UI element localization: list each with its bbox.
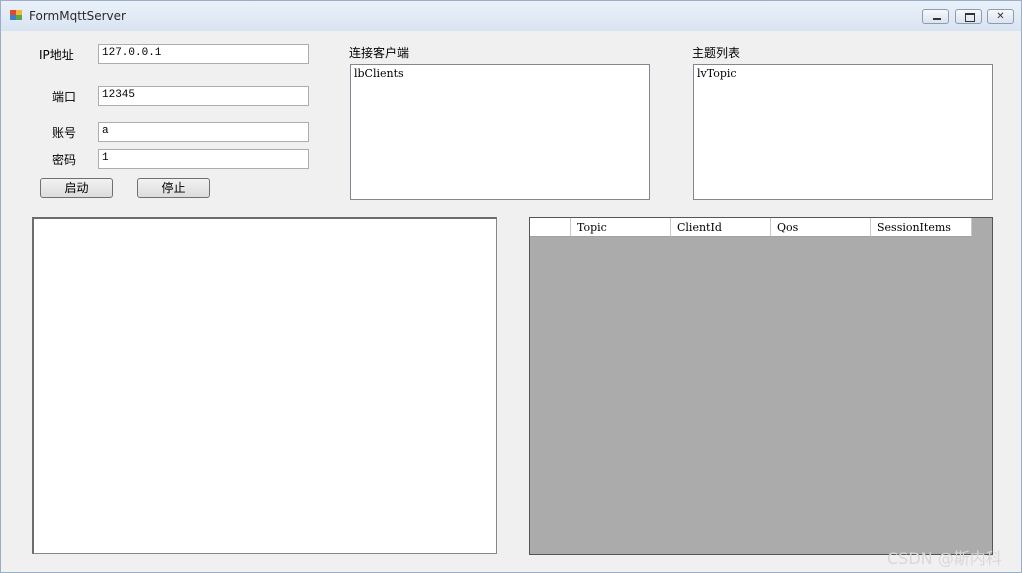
grid-corner-header[interactable] <box>530 218 571 237</box>
main-window: FormMqttServer ✕ IP地址 127.0.0.1 端口 12345… <box>0 0 1022 573</box>
grid-column-qos[interactable]: Qos <box>771 218 871 237</box>
grid-column-topic[interactable]: Topic <box>571 218 671 237</box>
watermark: CSDN @斯内科 <box>887 549 1002 568</box>
maximize-icon <box>965 13 975 22</box>
password-input[interactable]: 1 <box>98 149 309 169</box>
grid-column-clientid[interactable]: ClientId <box>671 218 771 237</box>
clients-listbox[interactable]: lbClients <box>350 64 650 200</box>
close-icon: ✕ <box>996 11 1005 22</box>
topics-listview-name: lvTopic <box>697 67 737 80</box>
port-input[interactable]: 12345 <box>98 86 309 106</box>
clients-listbox-name: lbClients <box>354 67 404 80</box>
topics-label: 主题列表 <box>692 46 741 60</box>
clients-label: 连接客户端 <box>349 46 410 60</box>
close-button[interactable]: ✕ <box>987 9 1014 24</box>
title-bar: FormMqttServer ✕ <box>1 1 1021 31</box>
grid-column-sessionitems[interactable]: SessionItems <box>871 218 972 237</box>
start-button[interactable]: 启动 <box>40 178 113 198</box>
account-input[interactable]: a <box>98 122 309 142</box>
stop-button[interactable]: 停止 <box>137 178 210 198</box>
minimize-icon <box>933 18 941 20</box>
minimize-button[interactable] <box>922 9 949 24</box>
topics-listview[interactable]: lvTopic <box>693 64 993 200</box>
app-icon <box>10 10 23 21</box>
ip-input[interactable]: 127.0.0.1 <box>98 44 309 64</box>
account-label: 账号 <box>52 126 77 140</box>
log-textbox[interactable] <box>32 217 497 554</box>
session-grid[interactable]: Topic ClientId Qos SessionItems <box>529 217 993 555</box>
ip-label: IP地址 <box>39 48 74 62</box>
grid-header: Topic ClientId Qos SessionItems <box>530 218 972 237</box>
port-label: 端口 <box>52 90 77 104</box>
password-label: 密码 <box>52 153 77 167</box>
window-title: FormMqttServer <box>29 9 126 23</box>
maximize-button[interactable] <box>955 9 982 24</box>
